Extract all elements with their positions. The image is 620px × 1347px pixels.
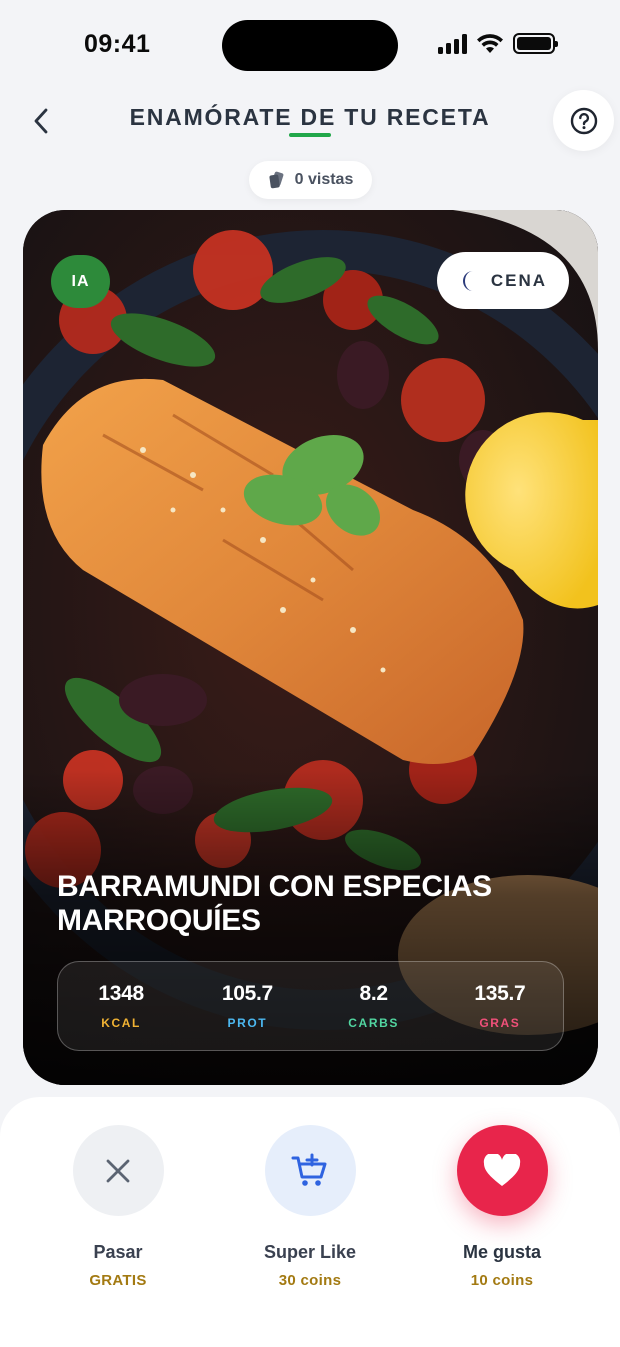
page-title: ENAMÓRATE DE TU RECETA <box>129 104 491 130</box>
macro-value: 135.7 <box>474 982 526 1005</box>
like-action: Me gusta 10 coins <box>422 1125 582 1289</box>
macro-value: 105.7 <box>221 982 273 1005</box>
macro-label: GRAS <box>479 1016 521 1030</box>
like-cost: 10 coins <box>470 1272 534 1289</box>
pass-button[interactable] <box>72 1125 164 1216</box>
title-underline <box>289 133 331 137</box>
like-label: Me gusta <box>462 1242 541 1262</box>
help-button[interactable] <box>553 90 614 151</box>
ai-badge: IA <box>51 255 110 308</box>
super-like-action: Super Like 30 coins <box>230 1125 390 1289</box>
battery-icon <box>513 33 558 54</box>
super-like-button[interactable] <box>264 1125 356 1216</box>
cart-plus-icon <box>291 1153 327 1186</box>
meal-type-label: CENA <box>490 270 548 290</box>
dynamic-island <box>222 20 398 71</box>
status-icons <box>438 33 558 54</box>
recipe-card[interactable]: IA CENA BARRAMUNDI CON ESPECIAS MARROQUÍ… <box>23 210 598 1085</box>
like-button[interactable] <box>456 1125 548 1216</box>
recipe-title: BARRAMUNDI CON ESPECIAS MARROQUÍES <box>57 870 492 937</box>
action-sheet: Pasar GRATIS Super Like 30 coins Me gust… <box>0 1097 620 1347</box>
moon-icon <box>462 270 473 291</box>
super-like-cost: 30 coins <box>278 1272 342 1289</box>
cards-icon <box>269 171 284 189</box>
macro-prot: 105.7 PROT <box>184 962 310 1050</box>
macro-gras: 135.7 GRAS <box>437 962 563 1050</box>
super-like-label: Super Like <box>263 1242 357 1262</box>
close-icon <box>106 1159 130 1182</box>
views-count: 0 vistas <box>294 171 354 188</box>
views-badge: 0 vistas <box>249 161 372 199</box>
macro-label: PROT <box>227 1016 268 1030</box>
heart-icon <box>483 1153 521 1186</box>
macro-carbs: 8.2 CARBS <box>311 962 437 1050</box>
macro-label: CARBS <box>348 1016 399 1030</box>
pass-label: Pasar <box>93 1242 143 1262</box>
help-icon <box>570 107 597 134</box>
status-time: 09:41 <box>84 30 151 58</box>
macro-value: 1348 <box>98 982 144 1005</box>
pass-cost: GRATIS <box>89 1272 147 1289</box>
macro-kcal: 1348 KCAL <box>58 962 184 1050</box>
macro-label: KCAL <box>101 1016 141 1030</box>
wifi-icon <box>477 34 503 53</box>
macro-value: 8.2 <box>359 982 388 1005</box>
pass-action: Pasar GRATIS <box>38 1125 198 1289</box>
meal-type-badge: CENA <box>437 252 569 309</box>
signal-icon <box>438 33 467 54</box>
macros-panel: 1348 KCAL 105.7 PROT 8.2 CARBS 135.7 GRA… <box>57 961 564 1051</box>
